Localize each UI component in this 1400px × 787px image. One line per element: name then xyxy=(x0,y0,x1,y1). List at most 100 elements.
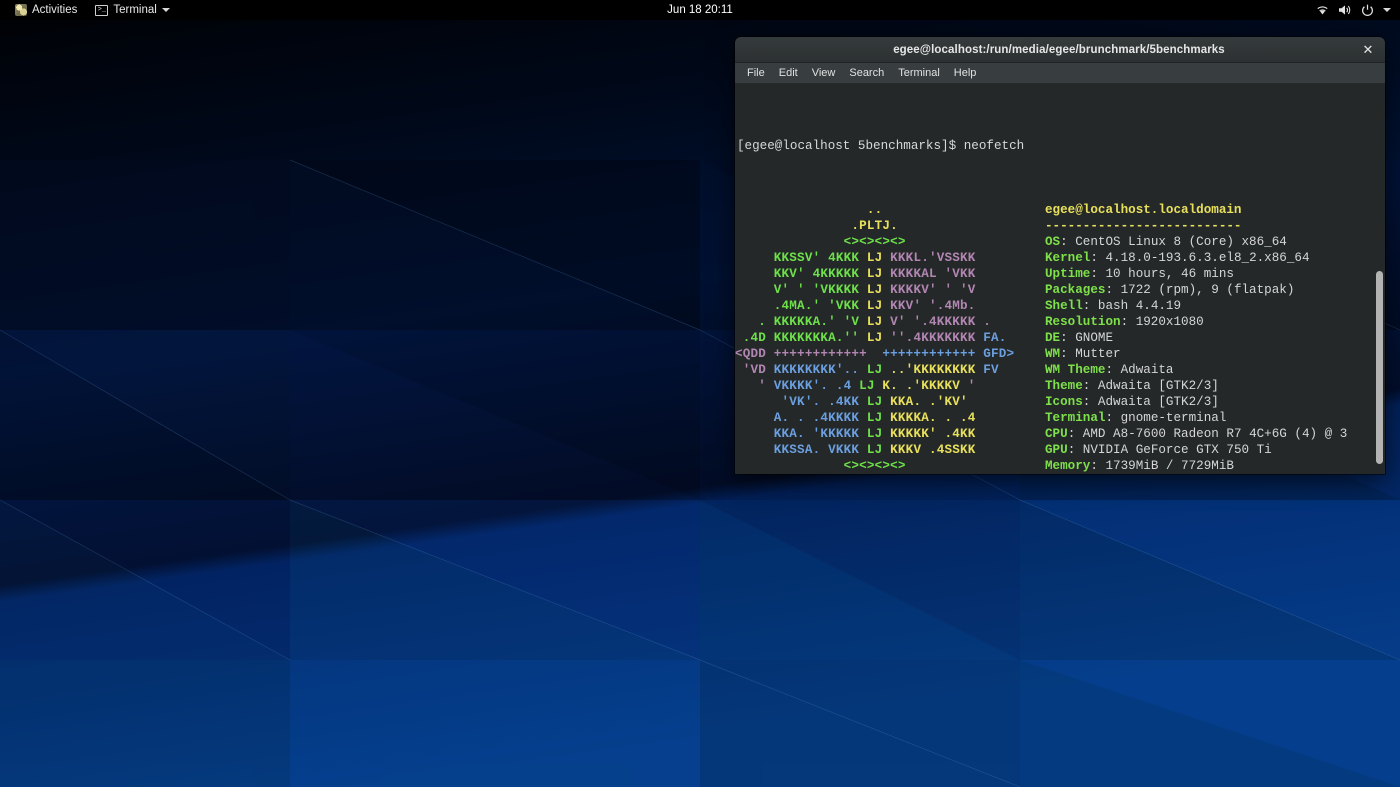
ascii-art-line: V' ' 'VKKKK LJ KKKKV' ' 'V xyxy=(735,282,1014,298)
neofetch-info-value: : Adwaita xyxy=(1105,363,1173,377)
neofetch-info-value: : Adwaita [GTK2/3] xyxy=(1083,379,1219,393)
neofetch-info-value: : 1739MiB / 7729MiB xyxy=(1090,459,1234,473)
status-area[interactable] xyxy=(1316,4,1400,17)
activities-label: Activities xyxy=(32,4,77,16)
ascii-art-line: . KKKKKA.' 'V LJ V' '.4KKKKK . xyxy=(735,314,1014,330)
neofetch-info-row: OS: CentOS Linux 8 (Core) x86_64 xyxy=(1045,234,1385,250)
neofetch-info-row: Memory: 1739MiB / 7729MiB xyxy=(1045,458,1385,474)
neofetch-info-value: : gnome-terminal xyxy=(1105,411,1226,425)
ascii-art-segment: .4D KKKKKKKA.'' xyxy=(735,331,867,345)
wifi-icon xyxy=(1316,4,1329,16)
neofetch-info-value: : bash 4.4.19 xyxy=(1083,299,1181,313)
neofetch-info-value: : 1920x1080 xyxy=(1121,315,1204,329)
terminal-icon: >_ xyxy=(95,5,108,16)
ascii-art-line: .. xyxy=(735,202,1014,218)
ascii-art-segment: ' xyxy=(735,379,774,393)
clock-label[interactable]: Jun 18 20:11 xyxy=(667,4,733,16)
system-info-column: egee@localhost.localdomain--------------… xyxy=(1045,202,1385,474)
ascii-art-segment: KKA. 'KKKKK xyxy=(735,427,867,441)
gnome-top-bar: Activities >_ Terminal Jun 18 20:11 xyxy=(0,0,1400,20)
ascii-art-line: .PLTJ. xyxy=(735,218,1014,234)
ascii-art-segment: LJ xyxy=(867,315,890,329)
activities-button[interactable]: Activities xyxy=(8,1,84,19)
ascii-art-segment: LJ xyxy=(867,283,890,297)
ascii-art-segment: LJ xyxy=(867,299,890,313)
ascii-art-segment: ++++++++++++ GFD> xyxy=(882,347,1014,361)
ascii-art-segment: ..'KKKKKKKK xyxy=(890,363,983,377)
terminal-body[interactable]: [egee@localhost 5benchmarks]$ neofetch .… xyxy=(735,84,1385,474)
ascii-art-segment: KKKKAL 'VKK xyxy=(890,267,975,281)
menu-item-view[interactable]: View xyxy=(805,65,843,81)
neofetch-info-key: DE xyxy=(1045,331,1060,345)
neofetch-info-row: CPU: AMD A8-7600 Radeon R7 4C+6G (4) @ 3 xyxy=(1045,426,1385,442)
ascii-art-line: <><><><> xyxy=(735,234,1014,250)
neofetch-info-row: Shell: bash 4.4.19 xyxy=(1045,298,1385,314)
ascii-art-segment: ' xyxy=(968,379,976,393)
app-menu-terminal[interactable]: >_ Terminal xyxy=(88,1,176,19)
status-chevron-down-icon[interactable] xyxy=(1383,8,1391,12)
neofetch-info-row: Kernel: 4.18.0-193.6.3.el8_2.x86_64 xyxy=(1045,250,1385,266)
menu-item-help[interactable]: Help xyxy=(947,65,984,81)
scrollbar-thumb[interactable] xyxy=(1376,271,1383,464)
clock-area: Jun 18 20:11 xyxy=(0,4,1400,16)
terminal-output: [egee@localhost 5benchmarks]$ neofetch .… xyxy=(735,84,1385,474)
close-icon[interactable]: ✕ xyxy=(1355,37,1381,63)
ascii-art-segment: KKSSV' 4KKK xyxy=(735,251,867,265)
neofetch-info-value: : NVIDIA GeForce GTX 750 Ti xyxy=(1068,443,1272,457)
neofetch-info-key: Packages xyxy=(1045,283,1105,297)
command-line: [egee@localhost 5benchmarks]$ neofetch xyxy=(735,138,1385,154)
ascii-art-line: A. . .4KKKK LJ KKKKA. . .4 xyxy=(735,410,1014,426)
ascii-art-segment: KKV' '.4Mb. xyxy=(890,299,975,313)
menu-item-edit[interactable]: Edit xyxy=(772,65,805,81)
neofetch-info-value: : Mutter xyxy=(1060,347,1120,361)
ascii-art-segment: ''.4KKKKKKK xyxy=(890,331,983,345)
ascii-art-segment: FA. xyxy=(983,331,1006,345)
neofetch-info-row: Theme: Adwaita [GTK2/3] xyxy=(1045,378,1385,394)
ascii-art-segment: FV xyxy=(983,363,999,377)
ascii-art-segment: KKSSA. VKKK xyxy=(735,443,867,457)
neofetch-info-row: Icons: Adwaita [GTK2/3] xyxy=(1045,394,1385,410)
ascii-art-line: 'VD KKKKKKKK'.. LJ ..'KKKKKKKK FV xyxy=(735,362,1014,378)
neofetch-info-key: OS xyxy=(1045,235,1060,249)
ascii-art-segment: .4MA.' 'VKK xyxy=(735,299,867,313)
neofetch-user-host: egee@localhost.localdomain xyxy=(1045,202,1385,218)
neofetch-info-key: CPU xyxy=(1045,427,1068,441)
ascii-art-line: KKSSV' 4KKK LJ KKKL.'VSSKK xyxy=(735,250,1014,266)
ascii-art-segment: A. . .4KKKK xyxy=(735,411,867,425)
ascii-art-segment: <><><><> xyxy=(735,235,906,249)
ascii-art-line: 'VK'. .4KK LJ KKA. .'KV' xyxy=(735,394,1014,410)
ascii-art-segment: KKV' 4KKKKK xyxy=(735,267,867,281)
ascii-art-line: .4D KKKKKKKA.'' LJ ''.4KKKKKKK FA. xyxy=(735,330,1014,346)
ascii-art-segment: LJ xyxy=(867,363,890,377)
menu-item-search[interactable]: Search xyxy=(842,65,891,81)
menubar[interactable]: File Edit View Search Terminal Help xyxy=(735,63,1385,84)
neofetch-info-value: : 10 hours, 46 mins xyxy=(1090,267,1234,281)
neofetch-info-row: WM: Mutter xyxy=(1045,346,1385,362)
ascii-art-line: ' VKKKK'. .4 LJ K. .'KKKKV ' xyxy=(735,378,1014,394)
ascii-art-segment: KKKKV' ' 'V xyxy=(890,283,975,297)
neofetch-info-key: GPU xyxy=(1045,443,1068,457)
neofetch-info-row: Packages: 1722 (rpm), 9 (flatpak) xyxy=(1045,282,1385,298)
ascii-art-line: .4MA.' 'VKK LJ KKV' '.4Mb. xyxy=(735,298,1014,314)
menu-item-file[interactable]: File xyxy=(740,65,772,81)
ascii-art-line: KKA. 'KKKKK LJ KKKKK' .4KK xyxy=(735,426,1014,442)
terminal-scrollbar[interactable] xyxy=(1376,86,1383,472)
menu-item-terminal[interactable]: Terminal xyxy=(891,65,947,81)
ascii-art-segment: LJ xyxy=(859,379,882,393)
terminal-window[interactable]: egee@localhost:/run/media/egee/brunchmar… xyxy=(735,37,1385,474)
neofetch-info-row: WM Theme: Adwaita xyxy=(1045,362,1385,378)
neofetch-info-row: DE: GNOME xyxy=(1045,330,1385,346)
power-icon xyxy=(1361,4,1374,17)
neofetch-info-key: Terminal xyxy=(1045,411,1105,425)
ascii-art-line: KKV' 4KKKKK LJ KKKKAL 'VKK xyxy=(735,266,1014,282)
window-titlebar[interactable]: egee@localhost:/run/media/egee/brunchmar… xyxy=(735,37,1385,63)
ascii-art-segment: 'VK'. .4KK xyxy=(735,395,867,409)
neofetch-info-key: WM Theme xyxy=(1045,363,1105,377)
neofetch-info-row: GPU: NVIDIA GeForce GTX 750 Ti xyxy=(1045,442,1385,458)
ascii-art-line: <QDD ++++++++++++ ++++++++++++ GFD> xyxy=(735,346,1014,362)
ascii-art-segment: V' '.4KKKKK . xyxy=(890,315,991,329)
ascii-art-segment: LJ xyxy=(867,395,890,409)
ascii-art-segment: .. xyxy=(735,203,882,217)
neofetch-info-row: Uptime: 10 hours, 46 mins xyxy=(1045,266,1385,282)
ascii-art-segment: <><><><> xyxy=(735,459,906,473)
